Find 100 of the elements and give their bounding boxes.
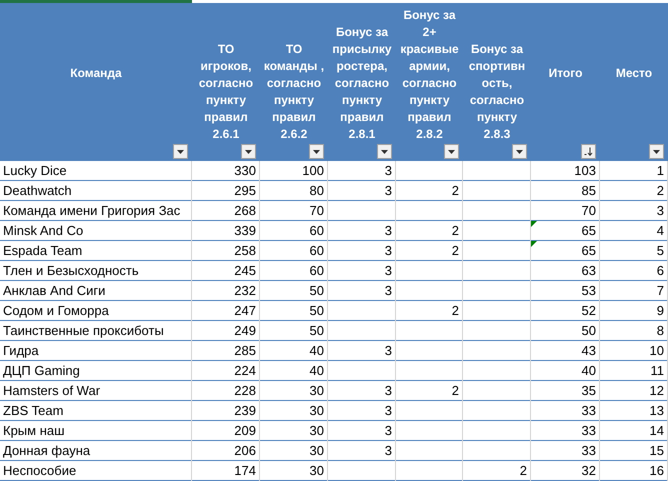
table-cell-text: 15 <box>650 442 664 460</box>
filter-dropdown-button[interactable] <box>649 144 664 159</box>
table-cell-text: 5 <box>656 242 664 260</box>
table-cell-text: 60 <box>310 242 324 260</box>
table-cell-text: 80 <box>310 182 324 200</box>
dropdown-arrow-icon <box>516 150 523 154</box>
table-cell-text: Таинственные проксиботы <box>3 322 164 340</box>
table-cell-text: Espada Team <box>3 242 82 260</box>
table-cell-text: 239 <box>234 402 256 420</box>
table-cell-text: 7 <box>656 282 664 300</box>
header-label: Команда <box>70 64 122 82</box>
table-cell-text: 330 <box>234 162 256 180</box>
table-cell-text: 103 <box>574 162 596 180</box>
table-cell-text: 3 <box>384 162 392 180</box>
table-cell-text: 11 <box>650 362 664 380</box>
table-cell-text: 30 <box>310 442 324 460</box>
header-label: Бонус за 2+ красивые армии, согласно пункту правил 2.8.2 <box>399 7 460 143</box>
table-cell-text: 2 <box>452 182 459 200</box>
table-cell-text: 3 <box>384 382 392 400</box>
table-cell-text: 40 <box>582 362 596 380</box>
table-cell-text: 258 <box>234 242 256 260</box>
table-cell-text: 2 <box>520 462 527 480</box>
table-cell-text: 228 <box>234 382 256 400</box>
table-cell-text: Крым наш <box>3 422 65 440</box>
table-cell-text: Deathwatch <box>3 182 72 200</box>
table-cell-text: 285 <box>234 342 256 360</box>
table-cell-text: 40 <box>310 362 324 380</box>
table-cell-text: 13 <box>650 402 664 420</box>
table-cell-text: 249 <box>234 322 256 340</box>
table-cell-text: 33 <box>582 402 596 420</box>
filter-dropdown-button[interactable] <box>173 144 188 159</box>
table-cell-text: 30 <box>310 402 324 420</box>
table-cell-text: 40 <box>310 342 324 360</box>
table-cell-text: 224 <box>234 362 256 380</box>
table-cell-text: 295 <box>234 182 256 200</box>
table-cell-text: 3 <box>384 402 392 420</box>
header-label: Бонус за присылку ростера, согласно пункту правил 2.8.1 <box>331 24 393 143</box>
header-label: Бонус за спортивн ость, согласно пункту 2.8.3 <box>468 41 526 143</box>
table-cell-text: 8 <box>656 322 664 340</box>
sort-descending-icon <box>584 147 593 156</box>
table-cell-text: 9 <box>656 302 664 320</box>
table-cell-text: 3 <box>384 262 392 280</box>
table-cell-text: 3 <box>656 202 664 220</box>
table-cell-text: 30 <box>310 462 324 480</box>
sort-filter-button[interactable] <box>581 144 596 159</box>
table-cell-text: 50 <box>310 302 324 320</box>
table-cell-text: 70 <box>582 202 596 220</box>
table-cell-text: 63 <box>582 262 596 280</box>
table-cell-text: 65 <box>582 222 596 240</box>
table-cell-text: 16 <box>650 462 664 480</box>
dropdown-arrow-icon <box>245 150 252 154</box>
table-cell-text: Minsk And Co <box>3 222 84 240</box>
table-cell-text: 32 <box>582 462 596 480</box>
filter-dropdown-button[interactable] <box>309 144 324 159</box>
table-cell-text: 247 <box>234 302 256 320</box>
table-cell-text: 3 <box>384 222 392 240</box>
table-cell-text: 2 <box>452 382 459 400</box>
table-cell-text: Донная фауна <box>3 442 90 460</box>
table-cell-text: 60 <box>310 262 324 280</box>
header-label: ТО игроков, согласно пункту правил 2.6.1 <box>198 41 254 143</box>
table-cell-text: 2 <box>452 222 459 240</box>
table-cell-text: 50 <box>310 282 324 300</box>
table-cell-text: 268 <box>234 202 256 220</box>
table-cell-text: 60 <box>310 222 324 240</box>
table-cell-text: Содом и Гоморра <box>3 302 109 320</box>
table-cell-text: 43 <box>582 342 596 360</box>
table-cell-text: 3 <box>384 242 392 260</box>
table-cell-text: 2 <box>452 242 459 260</box>
table-cell-text: 50 <box>310 322 324 340</box>
table-cell-text: 232 <box>234 282 256 300</box>
dropdown-arrow-icon <box>313 150 320 154</box>
table-cell-text: 14 <box>650 422 664 440</box>
table-cell-text: ZBS Team <box>3 402 64 420</box>
table-cell-text: 2 <box>452 302 459 320</box>
table-cell-text: 4 <box>656 222 664 240</box>
dropdown-arrow-icon <box>653 150 660 154</box>
table-cell-text: 30 <box>310 422 324 440</box>
header-label: ТО команды , согласно пункту правил 2.6.2 <box>262 41 326 143</box>
table-cell-text: 245 <box>234 262 256 280</box>
table-cell-text: Гидра <box>3 342 39 360</box>
table-cell-text: 70 <box>310 202 324 220</box>
table-cell-text: 3 <box>384 282 392 300</box>
table-cell-text: 52 <box>582 302 596 320</box>
table-cell-text: 53 <box>582 282 596 300</box>
filter-dropdown-button[interactable] <box>377 144 392 159</box>
table-cell-text: 50 <box>582 322 596 340</box>
header-label: Итого <box>548 64 582 82</box>
filter-dropdown-button[interactable] <box>444 144 459 159</box>
table-cell-text: 3 <box>384 342 392 360</box>
dropdown-arrow-icon <box>177 150 184 154</box>
table-cell-text: 65 <box>582 242 596 260</box>
table-cell-text: ДЦП Gaming <box>3 362 80 380</box>
filter-dropdown-button[interactable] <box>512 144 527 159</box>
table-cell-text: 2 <box>656 182 664 200</box>
table-cell-text: 85 <box>582 182 596 200</box>
table-cell-text: 10 <box>650 342 664 360</box>
table-cell-text: 100 <box>302 162 324 180</box>
table-cell-text: 339 <box>234 222 256 240</box>
table-cell-text: 35 <box>582 382 596 400</box>
filter-dropdown-button[interactable] <box>241 144 256 159</box>
